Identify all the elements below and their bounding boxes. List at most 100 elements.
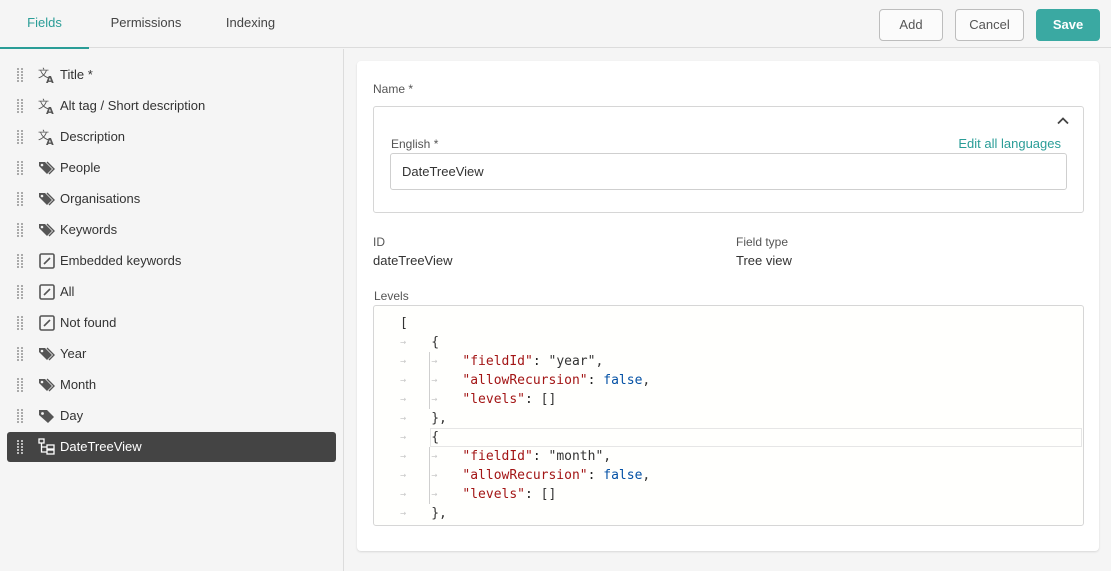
name-section: English * Edit all languages [373,106,1084,213]
field-detail-card: Name * English * Edit all languages ID d… [357,61,1099,551]
code-text: { [431,430,440,445]
name-label: Name * [373,82,414,96]
tree-view-icon [38,438,56,456]
code-line: → → "allowRecursion": false, [374,466,1083,485]
edit-box-icon [38,283,56,301]
whitespace-marker: → [400,394,407,405]
levels-label: Levels [374,289,409,303]
code-line: → → "fieldId": "month", [374,447,1083,466]
drag-handle-icon[interactable] [17,347,25,361]
drag-handle-icon[interactable] [17,161,25,175]
field-item[interactable]: 文 A Alt tag / Short description [7,91,336,121]
code-line: [ [374,314,1083,333]
field-item[interactable]: Organisations [7,184,336,214]
indent-guide [429,447,431,466]
field-item[interactable]: 文 A Title * [7,60,336,90]
whitespace-marker: → [431,356,438,367]
tags-icon [38,159,56,177]
field-item-label: All [60,284,75,299]
field-item-label: Year [60,346,87,361]
svg-text:A: A [46,106,54,115]
whitespace-marker: → [400,413,407,424]
field-type-label: Field type [736,235,789,249]
cancel-button[interactable]: Cancel [955,9,1024,41]
field-item-label: Organisations [60,191,141,206]
field-item-label: DateTreeView [60,439,142,454]
field-detail-panel: Name * English * Edit all languages ID d… [345,49,1111,571]
tag-icon [38,407,56,425]
field-type-value: Tree view [736,253,792,268]
code-line: →{ [374,428,1083,447]
drag-handle-icon[interactable] [17,130,25,144]
field-item[interactable]: Year [7,339,336,369]
drag-handle-icon[interactable] [17,285,25,299]
whitespace-marker: → [431,489,438,500]
english-name-input[interactable] [390,153,1067,190]
tags-icon [38,190,56,208]
field-item[interactable]: People [7,153,336,183]
drag-handle-icon[interactable] [17,378,25,392]
indent-guide [429,466,431,485]
code-text: "fieldId": "month", [462,449,612,464]
translate-icon: 文A [38,66,56,86]
indent-guide [429,352,431,371]
translate-icon: 文A [38,128,56,148]
english-label: English * [391,137,439,151]
id-value: dateTreeView [373,253,453,268]
field-item-label: Embedded keywords [60,253,182,268]
code-line: → → "levels": [] [374,390,1083,409]
edit-box-icon [38,314,56,332]
whitespace-marker: → [431,470,438,481]
id-label: ID [373,235,385,249]
whitespace-marker: → [431,451,438,462]
drag-handle-icon[interactable] [17,223,25,237]
field-item[interactable]: Day [7,401,336,431]
field-item[interactable]: 文 A Description [7,122,336,152]
field-item-label: People [60,160,101,175]
field-item[interactable]: Embedded keywords [7,246,336,276]
field-list-sidebar: 文 A Title * 文 A Alt tag / Short description 文 A… [0,49,344,571]
field-item[interactable]: All [7,277,336,307]
field-item[interactable]: DateTreeView [7,432,336,462]
levels-code-editor[interactable]: [→{→ → "fieldId": "year", → → "allowRecursion… [373,305,1084,526]
code-line: → → "fieldId": "year", [374,352,1083,371]
tags-icon [38,345,56,363]
code-line: →}, [374,504,1083,523]
drag-handle-icon[interactable] [17,440,25,454]
whitespace-marker: → [400,432,407,443]
chevron-up-icon[interactable] [1055,113,1071,129]
code-line: →{ [374,333,1083,352]
code-line: → → "levels": [] [374,485,1083,504]
drag-handle-icon[interactable] [17,316,25,330]
edit-all-languages-link[interactable]: Edit all languages [958,136,1061,151]
drag-handle-icon[interactable] [17,192,25,206]
field-item[interactable]: Keywords [7,215,336,245]
field-item[interactable]: Month [7,370,336,400]
tab-permissions[interactable]: Permissions [100,0,192,48]
code-text: "fieldId": "year", [462,354,604,369]
field-item[interactable]: Not found [7,308,336,338]
code-text: "allowRecursion": false, [462,373,651,388]
drag-handle-icon[interactable] [17,99,25,113]
add-button[interactable]: Add [879,9,943,41]
svg-text:A: A [46,137,54,146]
drag-handle-icon[interactable] [17,254,25,268]
code-text: "levels": [] [462,487,557,502]
field-item-label: Title * [60,67,93,82]
tab-fields[interactable]: Fields [0,0,89,49]
tab-indexing[interactable]: Indexing [213,0,288,48]
indent-guide [429,485,431,504]
drag-handle-icon[interactable] [17,409,25,423]
whitespace-marker: → [400,451,407,462]
code-line: → → "allowRecursion": false, [374,371,1083,390]
save-button[interactable]: Save [1036,9,1100,41]
svg-text:A: A [46,75,54,84]
whitespace-marker: → [400,337,407,348]
code-text: }, [431,411,447,426]
field-item-label: Alt tag / Short description [60,98,206,113]
whitespace-marker: → [400,489,407,500]
code-text: "allowRecursion": false, [462,468,651,483]
drag-handle-icon[interactable] [17,68,25,82]
code-text: { [431,335,440,350]
whitespace-marker: → [400,356,407,367]
